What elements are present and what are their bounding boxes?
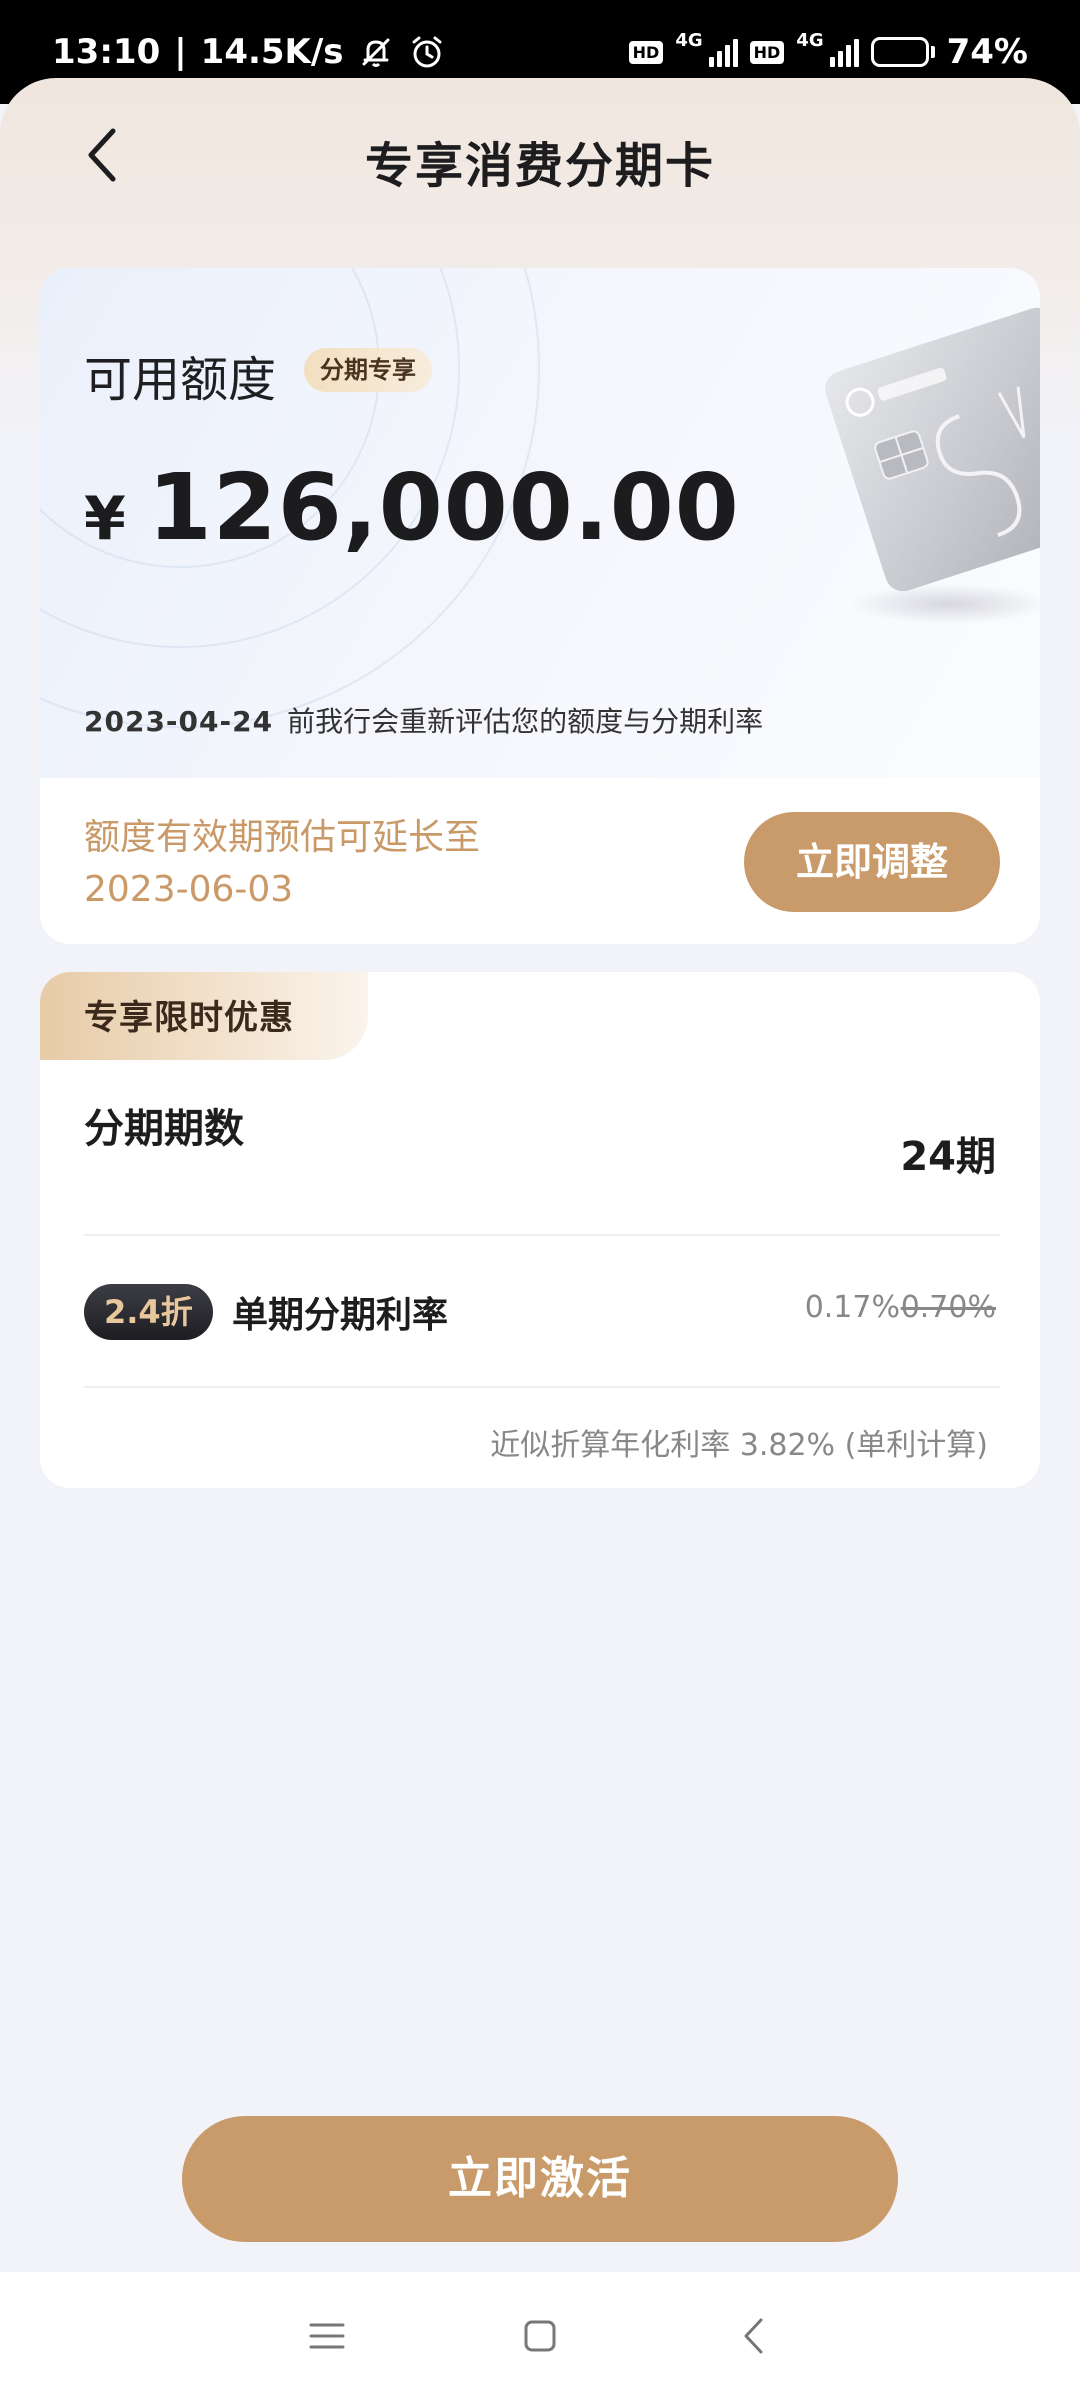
validity-extension-text: 额度有效期预估可延长至 2023-06-03	[84, 812, 480, 916]
nav-back-button[interactable]	[723, 2306, 783, 2366]
activate-now-button[interactable]: 立即激活	[182, 2116, 898, 2242]
nav-home-button[interactable]	[510, 2306, 570, 2366]
credit-limit-card: 可用额度 分期专享 ¥ 126,000.00 2023-04-24 前我行会重新…	[40, 268, 1040, 944]
rate-original: 0.70%	[900, 1290, 996, 1325]
signal-icon-sim2	[829, 37, 859, 67]
battery-percent: 74%	[946, 32, 1028, 72]
alarm-clock-icon	[408, 33, 446, 71]
available-credit-label: 可用额度	[84, 352, 277, 408]
credit-amount: ¥ 126,000.00	[84, 454, 740, 561]
discount-badge: 2.4折	[84, 1284, 213, 1340]
reassessment-text: 前我行会重新评估您的额度与分期利率	[287, 705, 764, 738]
per-period-rate-label: 单期分期利率	[232, 1295, 449, 1336]
chevron-left-icon	[744, 2318, 763, 2354]
menu-icon	[309, 2323, 345, 2349]
divider	[84, 1386, 1000, 1388]
network-type-sim2: 4G	[796, 29, 824, 51]
signal-icon-sim1	[708, 37, 738, 67]
installment-term-label: 分期期数	[84, 1106, 244, 1152]
status-separator: |	[174, 32, 187, 72]
bank-card-image	[825, 307, 1040, 624]
adjust-now-button[interactable]: 立即调整	[744, 812, 1000, 912]
reassessment-notice: 2023-04-24 前我行会重新评估您的额度与分期利率	[84, 700, 763, 740]
offer-tag-label: 专享限时优惠	[84, 998, 294, 1038]
status-right: HD 4G HD 4G 74%	[628, 29, 1028, 72]
status-net-speed: 14.5K/s	[200, 32, 344, 72]
hd-badge-sim1: HD	[628, 40, 664, 64]
bell-off-icon	[358, 34, 394, 70]
installment-exclusive-badge: 分期专享	[304, 348, 432, 392]
status-time: 13:10	[52, 32, 161, 72]
rate-current: 0.17%	[804, 1290, 900, 1325]
battery-icon	[870, 37, 935, 67]
screen: 13:10 | 14.5K/s HD 4G HD 4G 74% 专享消费分期卡 …	[0, 0, 1080, 2400]
reassessment-date: 2023-04-24	[84, 705, 274, 738]
hd-badge-sim2: HD	[749, 40, 785, 64]
nav-menu-button[interactable]	[297, 2306, 357, 2366]
square-icon	[524, 2320, 556, 2352]
credit-summary: 可用额度 分期专享 ¥ 126,000.00 2023-04-24 前我行会重新…	[40, 268, 1040, 778]
offer-tag: 专享限时优惠	[40, 972, 368, 1060]
status-left: 13:10 | 14.5K/s	[52, 32, 446, 72]
currency-symbol: ¥	[84, 484, 126, 554]
validity-line: 额度有效期预估可延长至	[84, 817, 481, 858]
limited-offer-card: 专享限时优惠 分期期数 24期 2.4折 单期分期利率 0.17% 0.70% …	[40, 972, 1040, 1488]
page-title: 专享消费分期卡	[364, 138, 715, 194]
annualized-rate-note: 近似折算年化利率 3.82% (单利计算)	[490, 1428, 988, 1463]
divider	[84, 1234, 1000, 1236]
installment-term-value[interactable]: 24期	[900, 1124, 996, 1182]
credit-amount-value: 126,000.00	[147, 454, 740, 561]
system-nav-bar	[0, 2272, 1080, 2400]
validity-date: 2023-06-03	[84, 869, 294, 910]
network-type-sim1: 4G	[675, 29, 703, 51]
